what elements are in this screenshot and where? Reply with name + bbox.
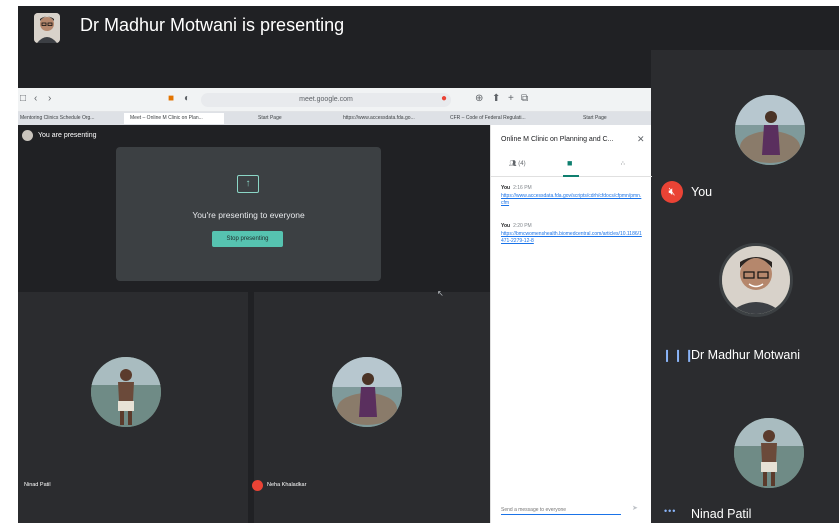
avatar bbox=[719, 243, 793, 317]
participant-name-you: You bbox=[691, 185, 713, 199]
mic-off-icon: 🔇︎ bbox=[661, 181, 683, 203]
tabs-overview-icon[interactable]: ⧉ bbox=[521, 93, 528, 104]
new-tab-icon[interactable]: + bbox=[508, 93, 514, 104]
browser-tab-bar: Mentoring Clinics Schedule Org... Meet –… bbox=[18, 112, 651, 125]
tile-name: Neha Khaladkar bbox=[267, 482, 307, 488]
chat-panel: Online M Clinic on Planning and C... ✕ 👥… bbox=[490, 125, 652, 523]
back-icon[interactable]: ‹ bbox=[34, 93, 37, 104]
browser-tab[interactable]: CFR – Code of Federal Regulati... bbox=[450, 113, 550, 124]
url-bar[interactable]: meet.google.com bbox=[201, 93, 451, 107]
present-screen-icon: ↑ bbox=[237, 175, 259, 193]
chat-tab[interactable]: ■ bbox=[567, 158, 572, 168]
avatar bbox=[734, 418, 804, 488]
send-icon[interactable]: ➤ bbox=[632, 504, 638, 512]
message-time: 2:20 PM bbox=[513, 223, 532, 229]
people-count: (4) bbox=[518, 161, 526, 167]
recording-icon[interactable]: ● bbox=[441, 93, 447, 104]
avatar bbox=[91, 357, 161, 427]
chat-message-input[interactable] bbox=[501, 505, 621, 515]
people-tab[interactable]: 👥︎ (4) bbox=[509, 160, 526, 167]
download-icon[interactable]: ⊕ bbox=[475, 93, 483, 104]
sidebar-icon[interactable]: □ bbox=[20, 93, 26, 104]
author-name: You bbox=[501, 223, 511, 229]
tile-name: Ninad Patil bbox=[24, 482, 51, 488]
chat-tabs: 👥︎ (4) ■ ∴ bbox=[491, 157, 652, 177]
forward-icon[interactable]: › bbox=[48, 93, 51, 104]
stop-presenting-button[interactable]: Stop presenting bbox=[212, 231, 283, 247]
browser-tab[interactable]: https://www.accessdata.fda.go... bbox=[343, 113, 438, 124]
close-icon[interactable]: ✕ bbox=[637, 134, 645, 145]
message-time: 2:16 PM bbox=[513, 185, 532, 191]
participant-name-ninad: Ninad Patil bbox=[691, 507, 752, 521]
avatar bbox=[22, 130, 33, 141]
message-author: You 2:16 PM bbox=[501, 185, 532, 191]
activities-tab[interactable]: ∴ bbox=[621, 160, 625, 167]
author-name: You bbox=[501, 185, 511, 191]
active-tab-indicator bbox=[563, 175, 579, 177]
presenter-avatar bbox=[34, 13, 60, 43]
shared-screen: □ ‹ › ■ ◐ meet.google.com ● ⊕ ⬆ + ⧉ Ment… bbox=[18, 88, 652, 523]
shield-icon[interactable]: ◐ bbox=[184, 93, 190, 104]
you-are-presenting-label: You are presenting bbox=[38, 132, 97, 139]
screenshot-stage: Dr Madhur Motwani is presenting 🔇︎ You ❙… bbox=[0, 0, 839, 523]
chat-title: Online M Clinic on Planning and C... bbox=[501, 136, 614, 143]
avatar bbox=[735, 95, 805, 165]
browser-tab[interactable]: Start Page bbox=[583, 113, 643, 124]
extension-icon[interactable]: ■ bbox=[168, 93, 174, 104]
message-link[interactable]: https://bmcwomenshealth.biomedcentral.co… bbox=[501, 231, 643, 245]
more-dots-icon: ••• bbox=[664, 506, 677, 516]
presenting-message: You're presenting to everyone bbox=[192, 210, 305, 220]
share-icon[interactable]: ⬆ bbox=[492, 93, 500, 104]
participant-name-madhur: Dr Madhur Motwani bbox=[691, 348, 801, 362]
message-author: You 2:20 PM bbox=[501, 223, 532, 229]
message-link[interactable]: https://www.accessdata.fda.gov/scripts/c… bbox=[501, 193, 643, 207]
presenting-card: ↑ You're presenting to everyone Stop pre… bbox=[116, 147, 381, 281]
browser-toolbar: □ ‹ › ■ ◐ meet.google.com ● ⊕ ⬆ + ⧉ bbox=[18, 88, 651, 112]
presenting-title: Dr Madhur Motwani is presenting bbox=[80, 15, 345, 35]
mouse-cursor-icon: ↖ bbox=[437, 289, 444, 298]
mic-off-icon bbox=[252, 480, 263, 491]
browser-tab-active[interactable]: Meet – Online M Clinic on Plan... bbox=[124, 113, 224, 124]
browser-tab[interactable]: Mentoring Clinics Schedule Org... bbox=[20, 113, 120, 124]
browser-tab[interactable]: Start Page bbox=[258, 113, 318, 124]
avatar bbox=[332, 357, 402, 427]
inner-meet-view: You are presenting ↑ You're presenting t… bbox=[18, 125, 490, 523]
